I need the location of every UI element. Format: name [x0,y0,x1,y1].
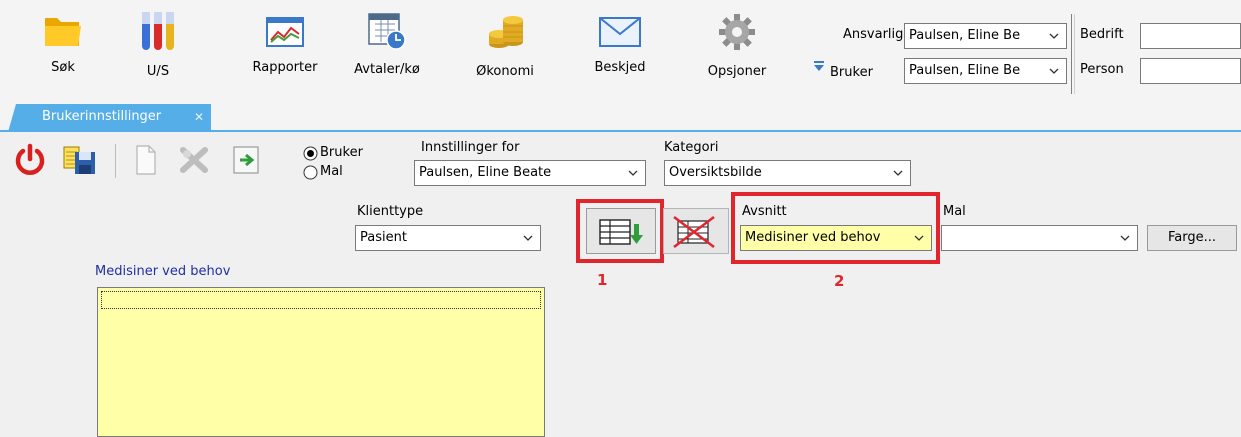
marker-1: 1 [597,271,608,289]
kategori-select[interactable]: Oversiktsbilde [664,160,911,186]
tab-brukerinnstillinger[interactable]: Brukerinnstillinger ✕ [8,104,211,132]
opsjoner-label: Opsjoner [707,64,767,79]
beskjed-label: Beskjed [594,60,646,75]
toolbar-separator [1074,14,1075,94]
radio-bruker-label: Bruker [320,145,363,160]
radio-bruker[interactable]: Bruker [303,145,383,163]
farge-button-label: Farge... [1167,230,1216,245]
klienttype-select[interactable]: Pasient [355,225,541,251]
bruker-select[interactable]: Paulsen, Eline Be [904,58,1067,84]
table-import-icon [599,219,643,245]
chevron-down-icon [893,170,903,176]
calendar-clock-icon [368,13,406,50]
delete-icon[interactable] [177,146,213,174]
envelope-icon [599,17,641,47]
bedrift-input[interactable] [1140,23,1241,49]
person-label: Person [1080,62,1124,77]
section-title: Medisiner ved behov [95,264,231,279]
new-document-icon[interactable] [135,144,157,176]
chart-icon [266,17,304,47]
bruker-label: Bruker [830,65,873,80]
avtaler-button[interactable]: Avtaler/kø [342,12,432,102]
coins-icon [489,16,523,48]
okonomi-label: Økonomi [476,64,534,79]
import-settings-button[interactable] [586,208,656,254]
opsjoner-button[interactable]: Opsjoner [692,12,782,102]
remove-settings-button[interactable] [663,208,729,254]
ansvarlig-select[interactable]: Paulsen, Eline Be [904,23,1067,49]
farge-button[interactable]: Farge... [1147,225,1237,251]
folder-icon [45,18,81,46]
radio-checked-icon [303,146,318,161]
avsnitt-select[interactable]: Medisiner ved behov [740,225,932,251]
klienttype-label: Klienttype [357,204,424,219]
table-delete-icon [673,216,715,248]
sok-label: Søk [51,60,75,75]
toolbar-separator [1071,14,1072,94]
ansvarlig-label: Ansvarlig [843,27,904,42]
us-button[interactable]: U/S [128,12,188,102]
radio-mal-label: Mal [320,164,343,179]
chevron-down-icon [914,235,924,241]
export-icon[interactable] [232,144,262,176]
notes-area[interactable] [97,287,545,437]
radio-unchecked-icon [303,165,318,180]
innstillinger-for-label: Innstillinger for [421,140,520,155]
klienttype-value: Pasient [360,230,407,245]
us-label: U/S [146,64,170,79]
main-toolbar: Søk U/S Rapporter Avtaler/kø Økonomi Bes… [0,0,1241,104]
chevron-down-icon [1120,235,1130,241]
kategori-label: Kategori [664,140,719,155]
rapporter-button[interactable]: Rapporter [240,12,330,102]
chevron-down-icon [628,170,638,176]
toolbar-separator [115,144,116,178]
avsnitt-label: Avsnitt [742,204,787,219]
innstillinger-for-value: Paulsen, Eline Beate [419,165,552,180]
mal-select[interactable] [941,225,1138,251]
power-icon[interactable] [13,142,47,176]
innstillinger-for-select[interactable]: Paulsen, Eline Beate [414,160,646,186]
chevron-down-icon [1049,68,1059,74]
radio-mal[interactable]: Mal [303,164,383,182]
okonomi-button[interactable]: Økonomi [470,12,540,102]
close-icon[interactable]: ✕ [194,104,204,130]
filter-icon[interactable] [813,60,825,72]
notes-line-focus[interactable] [101,291,541,309]
ansvarlig-value: Paulsen, Eline Be [909,28,1021,43]
avtaler-label: Avtaler/kø [354,62,420,77]
test-tubes-icon [142,12,174,50]
mal-label: Mal [943,204,966,219]
beskjed-button[interactable]: Beskjed [580,12,660,102]
sok-button[interactable]: Søk [38,12,88,102]
bedrift-label: Bedrift [1080,27,1124,42]
gear-icon [719,14,755,50]
person-input[interactable] [1140,58,1241,84]
tab-label: Brukerinnstillinger [42,109,162,124]
avsnitt-value: Medisiner ved behov [745,230,881,245]
save-icon[interactable] [63,144,97,176]
marker-2: 2 [834,272,845,290]
kategori-value: Oversiktsbilde [669,165,762,180]
bruker-value: Paulsen, Eline Be [909,63,1021,78]
rapporter-label: Rapporter [252,60,318,75]
chevron-down-icon [1049,33,1059,39]
chevron-down-icon [523,235,533,241]
